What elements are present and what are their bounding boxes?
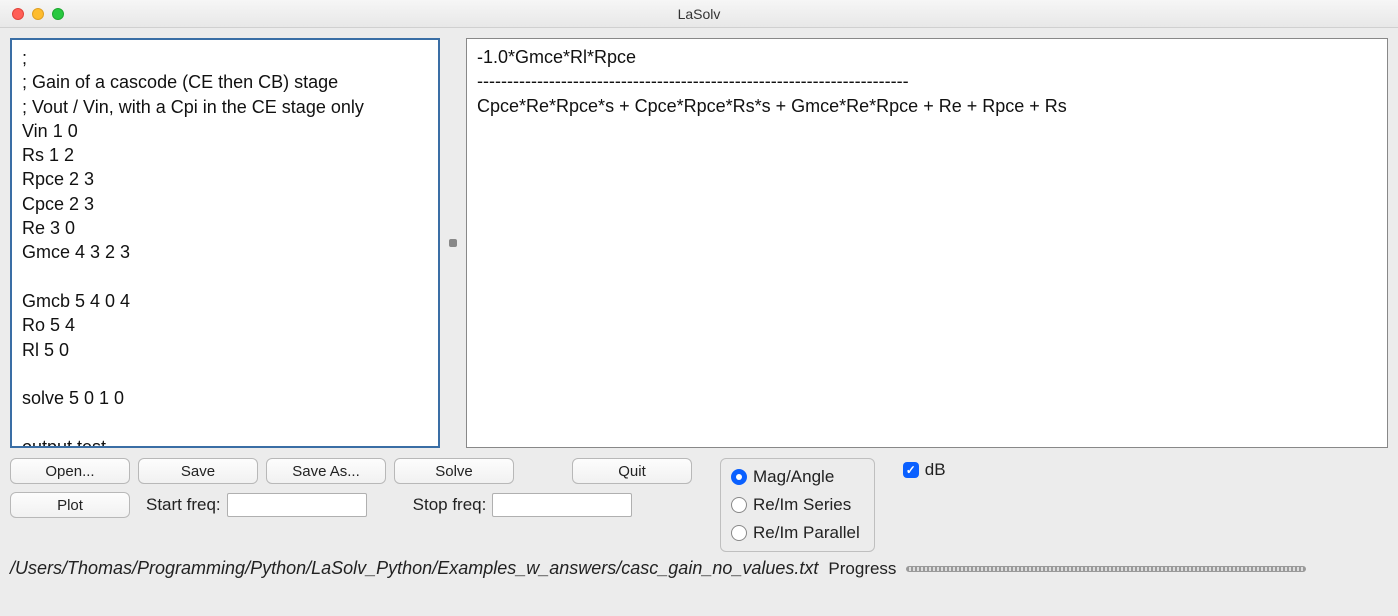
save-button[interactable]: Save (138, 458, 258, 484)
titlebar: LaSolv (0, 0, 1398, 28)
checkbox-icon: ✓ (903, 462, 919, 478)
solve-button[interactable]: Solve (394, 458, 514, 484)
start-freq-group: Start freq: (146, 493, 367, 517)
window-title: LaSolv (0, 6, 1398, 22)
checkbox-label: dB (925, 460, 946, 480)
plot-button[interactable]: Plot (10, 492, 130, 518)
splitter[interactable] (448, 38, 458, 448)
close-icon[interactable] (12, 8, 24, 20)
open-button[interactable]: Open... (10, 458, 130, 484)
stop-freq-input[interactable] (492, 493, 632, 517)
filepath-label: /Users/Thomas/Programming/Python/LaSolv_… (10, 558, 818, 579)
quit-button[interactable]: Quit (572, 458, 692, 484)
radio-icon (731, 469, 747, 485)
splitter-handle-icon[interactable] (449, 239, 457, 247)
statusbar: /Users/Thomas/Programming/Python/LaSolv_… (0, 552, 1398, 583)
output-view[interactable]: -1.0*Gmce*Rl*Rpce ----------------------… (466, 38, 1388, 448)
maximize-icon[interactable] (52, 8, 64, 20)
radio-mag-angle[interactable]: Mag/Angle (731, 467, 860, 487)
progress-label: Progress (828, 559, 896, 579)
stop-freq-label: Stop freq: (413, 495, 487, 515)
minimize-icon[interactable] (32, 8, 44, 20)
window-controls (0, 8, 64, 20)
source-editor[interactable]: ; ; Gain of a cascode (CE then CB) stage… (10, 38, 440, 448)
controls-row: Open... Save Save As... Solve Quit Plot … (10, 448, 1388, 552)
split-panes: ; ; Gain of a cascode (CE then CB) stage… (10, 38, 1388, 448)
radio-label: Re/Im Parallel (753, 523, 860, 543)
radio-label: Mag/Angle (753, 467, 834, 487)
start-freq-label: Start freq: (146, 495, 221, 515)
radio-icon (731, 525, 747, 541)
save-as-button[interactable]: Save As... (266, 458, 386, 484)
radio-icon (731, 497, 747, 513)
stop-freq-group: Stop freq: (413, 493, 633, 517)
db-checkbox[interactable]: ✓ dB (903, 458, 946, 480)
radio-reim-series[interactable]: Re/Im Series (731, 495, 860, 515)
start-freq-input[interactable] (227, 493, 367, 517)
radio-label: Re/Im Series (753, 495, 851, 515)
progress-bar (906, 566, 1306, 572)
radio-reim-parallel[interactable]: Re/Im Parallel (731, 523, 860, 543)
plot-mode-radiogroup: Mag/Angle Re/Im Series Re/Im Parallel (720, 458, 875, 552)
content-area: ; ; Gain of a cascode (CE then CB) stage… (0, 28, 1398, 552)
